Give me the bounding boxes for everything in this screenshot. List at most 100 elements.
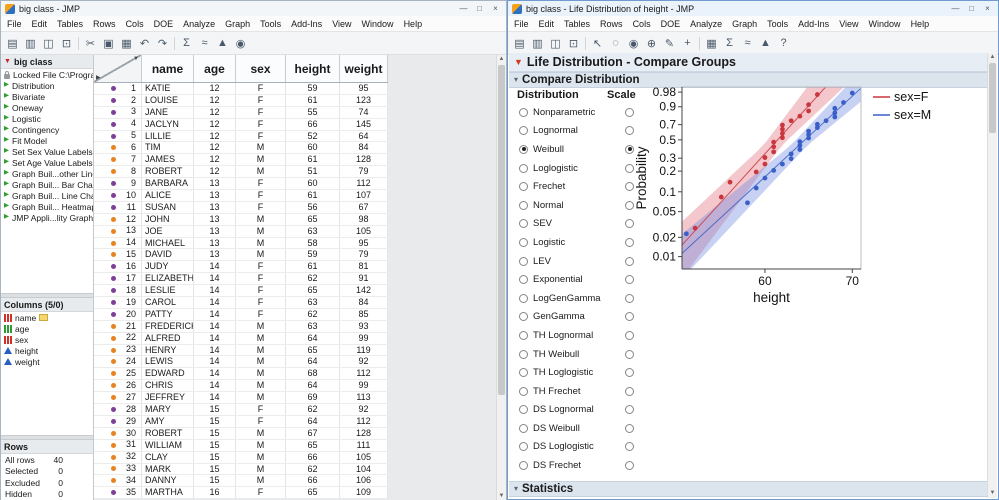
distribution-radio-weibull[interactable] <box>519 144 528 154</box>
chart-icon[interactable]: ▲ <box>757 35 774 52</box>
open-icon[interactable]: ▥ <box>529 35 546 52</box>
cell-name[interactable]: PATTY <box>142 308 194 320</box>
column-item-height[interactable]: height <box>1 345 93 356</box>
cell-height[interactable]: 63 <box>286 225 340 237</box>
cell-sex[interactable]: F <box>236 308 286 320</box>
data-point-sex-m[interactable] <box>753 185 759 191</box>
cell-age[interactable]: 15 <box>194 404 236 415</box>
cell-age[interactable]: 16 <box>194 487 236 499</box>
cell-weight[interactable]: 74 <box>340 106 388 118</box>
cell-name[interactable]: SUSAN <box>142 201 194 213</box>
cell-weight[interactable]: 111 <box>340 439 388 451</box>
scale-radio-sev[interactable] <box>625 219 634 229</box>
cell-age[interactable]: 14 <box>194 380 236 392</box>
data-point-sex-m[interactable] <box>823 118 829 124</box>
cell-name[interactable]: JACLYN <box>142 118 194 130</box>
cell-weight[interactable]: 99 <box>340 332 388 344</box>
table-row[interactable]: 10 ALICE 13 F 61 107 <box>94 190 388 202</box>
minimize-button[interactable]: — <box>949 3 962 14</box>
data-point-sex-f[interactable] <box>814 92 820 97</box>
menu-view[interactable]: View <box>834 17 863 31</box>
cell-height[interactable]: 65 <box>286 344 340 356</box>
cell-name[interactable]: ROBERT <box>142 427 194 439</box>
data-point-sex-m[interactable] <box>849 90 855 96</box>
distribution-radio-sev[interactable] <box>519 219 528 229</box>
scale-radio-th-loglogistic[interactable] <box>625 368 634 378</box>
data-point-sex-m[interactable] <box>745 200 750 206</box>
data-point-sex-f[interactable] <box>797 113 803 119</box>
cell-height[interactable]: 69 <box>286 392 340 404</box>
cell-weight[interactable]: 107 <box>340 190 388 201</box>
table-row[interactable]: 17 ELIZABETH 14 F 62 91 <box>94 273 388 286</box>
distribution-radio-loglogistic[interactable] <box>519 163 528 173</box>
cell-name[interactable]: EDWARD <box>142 368 194 380</box>
cell-height[interactable]: 63 <box>286 297 340 308</box>
minimize-button[interactable]: — <box>457 3 470 14</box>
data-point-sex-m[interactable] <box>832 105 838 111</box>
cell-age[interactable]: 12 <box>194 83 236 94</box>
row-state-marker[interactable] <box>111 454 116 460</box>
data-point-sex-f[interactable] <box>762 155 768 160</box>
print-icon[interactable]: ⊡ <box>565 35 582 52</box>
scroll-up-icon[interactable]: ▲ <box>990 53 996 62</box>
cell-name[interactable]: CAROL <box>142 297 194 308</box>
cell-sex[interactable]: M <box>236 154 286 166</box>
menu-graph[interactable]: Graph <box>727 17 762 31</box>
scale-radio-ds-weibull[interactable] <box>625 423 634 433</box>
cell-weight[interactable]: 105 <box>340 451 388 463</box>
sidebar-item-contingency[interactable]: ▶ Contingency <box>1 124 93 135</box>
distribution-radio-ds-frechet[interactable] <box>519 461 528 471</box>
table-row[interactable]: 29 AMY 15 F 64 112 <box>94 415 388 428</box>
scale-radio-th-lognormal[interactable] <box>625 330 634 340</box>
sidebar-item-set-age-value-labels[interactable]: ▶ Set Age Value Labels <box>1 157 93 168</box>
row-header[interactable]: 3 <box>94 106 142 118</box>
row-state-marker[interactable] <box>111 335 116 341</box>
cell-height[interactable]: 65 <box>286 439 340 451</box>
cell-height[interactable]: 65 <box>286 285 340 297</box>
cell-age[interactable]: 14 <box>194 285 236 297</box>
undo-icon[interactable]: ↶ <box>136 35 153 52</box>
cell-height[interactable]: 63 <box>286 320 340 332</box>
cell-sex[interactable]: F <box>236 487 286 499</box>
crosshair-tool-icon[interactable]: + <box>679 35 696 52</box>
scale-radio-frechet[interactable] <box>625 182 634 192</box>
cell-height[interactable]: 67 <box>286 427 340 439</box>
cell-age[interactable]: 12 <box>194 94 236 106</box>
column-item-weight[interactable]: weight <box>1 356 93 367</box>
row-state-marker[interactable] <box>111 276 116 282</box>
cell-sex[interactable]: M <box>236 439 286 451</box>
cell-height[interactable]: 61 <box>286 94 340 106</box>
red-triangle-menu-icon[interactable]: ▼ <box>514 57 523 67</box>
magnifier-tool-icon[interactable]: ⊕ <box>643 35 660 52</box>
menu-rows[interactable]: Rows <box>88 17 121 31</box>
scrollbar-thumb[interactable] <box>989 63 996 133</box>
row-header[interactable]: 7 <box>94 154 142 166</box>
row-state-marker[interactable] <box>111 288 116 294</box>
new-data-table-icon[interactable]: ▤ <box>4 35 21 52</box>
cell-name[interactable]: LESLIE <box>142 285 194 297</box>
cell-height[interactable]: 66 <box>286 451 340 463</box>
data-point-sex-f[interactable] <box>780 122 785 128</box>
table-row[interactable]: 2 LOUISE 12 F 61 123 <box>94 94 388 107</box>
cell-height[interactable]: 60 <box>286 178 340 190</box>
data-point-sex-f[interactable] <box>762 161 768 167</box>
row-state-marker[interactable] <box>111 121 116 127</box>
scroll-up-icon[interactable]: ▲ <box>499 55 505 64</box>
cell-sex[interactable]: M <box>236 213 286 225</box>
distribution-radio-logistic[interactable] <box>519 237 528 247</box>
cell-name[interactable]: MARY <box>142 404 194 415</box>
table-row[interactable]: 26 CHRIS 14 M 64 99 <box>94 380 388 393</box>
data-point-sex-m[interactable] <box>788 156 794 162</box>
cell-weight[interactable]: 119 <box>340 344 388 356</box>
row-state-marker[interactable] <box>111 395 116 401</box>
titlebar-data-table[interactable]: big class - JMP — □ × <box>1 1 506 16</box>
column-item-name[interactable]: name <box>1 312 93 323</box>
data-point-sex-f[interactable] <box>806 102 812 108</box>
cell-sex[interactable]: F <box>236 178 286 190</box>
row-header[interactable]: 8 <box>94 166 142 178</box>
cell-weight[interactable]: 84 <box>340 142 388 154</box>
cell-name[interactable]: JANE <box>142 106 194 118</box>
scale-radio-gengamma[interactable] <box>625 312 634 322</box>
table-row[interactable]: 19 CAROL 14 F 63 84 <box>94 297 388 309</box>
sidebar-item-graph-buil-line-chart[interactable]: ▶ Graph Buil... Line Chart <box>1 190 93 201</box>
